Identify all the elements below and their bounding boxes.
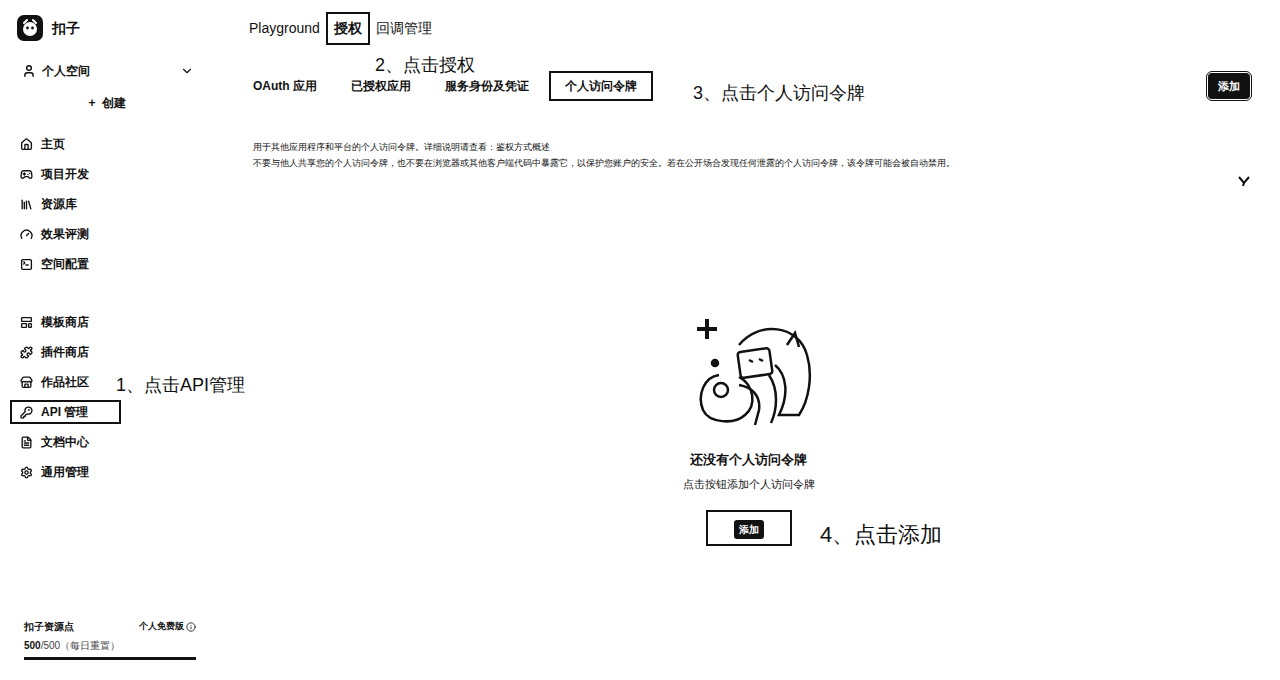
empty-title: 还没有个人访问令牌: [690, 450, 807, 470]
description-line: 用于其他应用程序和平台的个人访问令牌。详细说明请查看：鉴权方式概述: [253, 141, 1250, 153]
sidebar-item-icon: [20, 138, 33, 151]
sidebar-item[interactable]: 项目开发: [16, 162, 198, 186]
sidebar-item[interactable]: 主页: [16, 132, 198, 156]
top-tab[interactable]: 回调管理: [374, 14, 434, 43]
resource-bar-fill: [24, 657, 196, 660]
sidebar-item-icon: [20, 406, 33, 419]
sidebar-item[interactable]: 通用管理: [16, 460, 198, 484]
top-tab[interactable]: 授权: [326, 12, 370, 45]
add-button[interactable]: 添加: [1208, 73, 1250, 100]
resource-used: 500: [24, 640, 41, 651]
resource-total: /500（每日重置）: [41, 640, 120, 651]
sidebar-item-icon: [20, 436, 33, 449]
filter-icon[interactable]: [1238, 175, 1250, 187]
sidebar-item[interactable]: 插件商店: [16, 340, 198, 364]
sidebar-item[interactable]: 效果评测: [16, 222, 198, 246]
sidebar-item[interactable]: 资源库: [16, 192, 198, 216]
sidebar-group: 主页项目开发资源库效果评测空间配置: [16, 132, 198, 276]
empty-state: 还没有个人访问令牌点击按钮添加个人访问令牌添加: [247, 315, 1250, 546]
empty-add-button[interactable]: 添加: [734, 520, 764, 539]
empty-illustration-icon: [679, 315, 819, 430]
resource-panel: 扣子资源点 个人免费版 500/500（每日重置）: [16, 619, 196, 660]
app-root: 扣子个人空间+创建主页项目开发资源库效果评测空间配置模板商店插件商店作品社区AP…: [0, 0, 1280, 680]
sidebar-item-icon: [20, 228, 33, 241]
sidebar-item-icon: [20, 376, 33, 389]
create-plus: +: [88, 94, 95, 112]
sidebar-item[interactable]: 模板商店: [16, 310, 198, 334]
sub-tab[interactable]: OAuth 应用: [253, 73, 317, 99]
workspace-label: 个人空间: [42, 62, 90, 80]
sub-tab[interactable]: 个人访问令牌: [549, 71, 653, 101]
info-icon: [186, 622, 196, 632]
empty-hint: 点击按钮添加个人访问令牌: [683, 476, 815, 493]
app-name: 扣子: [52, 18, 80, 39]
sidebar-item-icon: [20, 258, 33, 271]
expand-icon: [180, 64, 194, 78]
sidebar-item-icon: [20, 466, 33, 479]
app-brand[interactable]: 扣子: [16, 14, 198, 42]
description-line: 不要与他人共享您的个人访问令牌，也不要在浏览器或其他客户端代码中暴露它，以保护您…: [253, 157, 1250, 169]
workspace-selector[interactable]: 个人空间: [16, 62, 198, 80]
annotation: 2、点击授权: [375, 52, 475, 79]
sidebar-group: 模板商店插件商店作品社区API 管理文档中心通用管理: [16, 310, 198, 484]
annotation: 1、点击API管理: [116, 372, 245, 399]
logo-icon: [16, 14, 44, 42]
sub-tab[interactable]: 已授权应用: [351, 73, 411, 99]
create-button[interactable]: +创建: [16, 94, 198, 112]
top-tabs: Playground授权回调管理: [247, 12, 1250, 45]
plan-badge[interactable]: 个人免费版: [139, 620, 196, 634]
top-tab[interactable]: Playground: [247, 14, 322, 43]
description: 用于其他应用程序和平台的个人访问令牌。详细说明请查看：鉴权方式概述不要与他人共享…: [247, 141, 1250, 169]
sidebar-item-icon: [20, 346, 33, 359]
sidebar-item[interactable]: 空间配置: [16, 252, 198, 276]
workspace-icon: [22, 64, 36, 78]
resource-title: 扣子资源点: [24, 619, 74, 634]
sidebar-item-icon: [20, 198, 33, 211]
sidebar-item-icon: [20, 316, 33, 329]
sidebar-item[interactable]: 文档中心: [16, 430, 198, 454]
sub-tab[interactable]: 服务身份及凭证: [445, 73, 529, 99]
sidebar-item-icon: [20, 168, 33, 181]
sidebar-item[interactable]: API 管理: [10, 400, 121, 424]
sidebar: 扣子个人空间+创建主页项目开发资源库效果评测空间配置模板商店插件商店作品社区AP…: [0, 0, 210, 680]
annotation: 3、点击个人访问令牌: [693, 80, 865, 107]
annotation: 4、点击添加: [820, 518, 942, 551]
resource-bar: [24, 657, 196, 660]
